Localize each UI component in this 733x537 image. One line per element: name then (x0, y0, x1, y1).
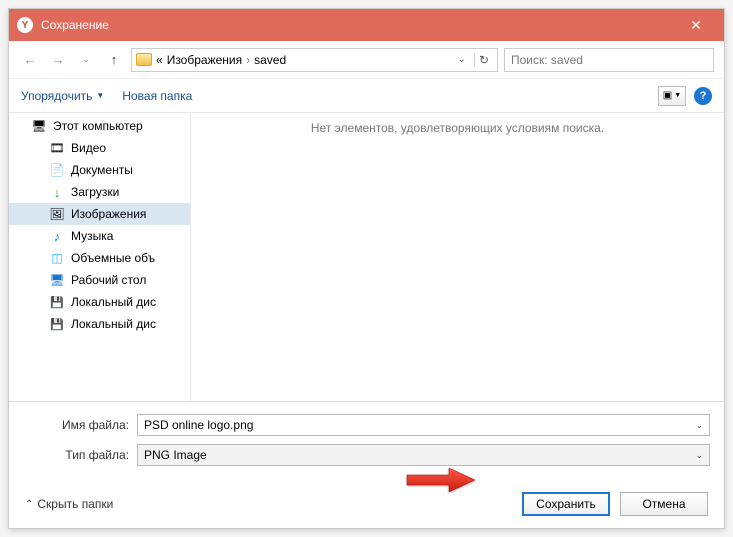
chevron-down-icon[interactable]: ⌄ (458, 54, 466, 65)
doc-icon (49, 163, 65, 177)
save-button[interactable]: Сохранить (522, 492, 610, 516)
back-button[interactable]: ← (19, 49, 41, 71)
filetype-field[interactable]: PNG Image ⌄ (137, 444, 710, 466)
search-field[interactable] (511, 53, 707, 67)
video-icon (49, 141, 65, 155)
sidebar-item[interactable]: Этот компьютер (9, 115, 190, 137)
filename-input[interactable] (144, 418, 691, 432)
view-mode-button[interactable]: ▣ ▼ (658, 86, 686, 106)
sidebar-item-label: Этот компьютер (53, 119, 143, 133)
sidebar-item[interactable]: Видео (9, 137, 190, 159)
nav-row: ← → ⌄ ↑ « Изображения › saved ⌄ ↻ (9, 41, 724, 79)
toolbar: Упорядочить▼ Новая папка ▣ ▼ ? (9, 79, 724, 113)
sidebar-item[interactable]: Загрузки (9, 181, 190, 203)
sidebar-item[interactable]: Локальный дис (9, 313, 190, 335)
sidebar-item[interactable]: Музыка (9, 225, 190, 247)
content-area: Нет элементов, удовлетворяющих условиям … (191, 113, 724, 401)
empty-message: Нет элементов, удовлетворяющих условиям … (311, 121, 604, 135)
disk-icon (49, 295, 65, 309)
chevron-down-icon[interactable]: ⌄ (695, 420, 703, 431)
sidebar-item[interactable]: Локальный дис (9, 291, 190, 313)
desktop-icon (49, 273, 65, 287)
computer-icon (31, 119, 47, 133)
cancel-button[interactable]: Отмена (620, 492, 708, 516)
sidebar-item[interactable]: Документы (9, 159, 190, 181)
main-area: Этот компьютер Видео Документы Загрузки Изоб… (9, 113, 724, 402)
forward-button[interactable]: → (47, 49, 69, 71)
sidebar-item-label: Рабочий стол (71, 273, 146, 287)
sidebar-item-label: Изображения (71, 207, 146, 221)
sidebar-item[interactable]: Рабочий стол (9, 269, 190, 291)
folder-icon (136, 53, 152, 66)
organize-button[interactable]: Упорядочить▼ (21, 89, 104, 103)
recent-dropdown[interactable]: ⌄ (75, 49, 97, 71)
search-input[interactable] (504, 48, 714, 72)
sidebar-item-label: Музыка (71, 229, 113, 243)
sidebar-item-label: Видео (71, 141, 106, 155)
sidebar[interactable]: Этот компьютер Видео Документы Загрузки Изоб… (9, 113, 191, 401)
close-icon[interactable]: ✕ (676, 9, 716, 41)
filetype-label: Тип файла: (23, 448, 137, 462)
window-title: Сохранение (41, 18, 676, 32)
breadcrumb-part[interactable]: saved (254, 53, 286, 67)
app-icon: Y (17, 17, 33, 33)
image-icon (49, 207, 65, 221)
footer: ⌃ Скрыть папки Сохранить Отмена (9, 480, 724, 528)
filename-field[interactable]: ⌄ (137, 414, 710, 436)
sidebar-item-label: Локальный дис (71, 317, 156, 331)
sidebar-item-label: Документы (71, 163, 133, 177)
sidebar-item[interactable]: Изображения (9, 203, 190, 225)
disk-icon (49, 317, 65, 331)
form-area: Имя файла: ⌄ Тип файла: PNG Image ⌄ (9, 402, 724, 480)
breadcrumb[interactable]: « Изображения › saved ⌄ ↻ (131, 48, 498, 72)
hide-folders-button[interactable]: ⌃ Скрыть папки (25, 497, 113, 511)
chevron-down-icon[interactable]: ⌄ (695, 450, 703, 461)
up-button[interactable]: ↑ (103, 49, 125, 71)
new-folder-button[interactable]: Новая папка (122, 89, 192, 103)
refresh-icon[interactable]: ↻ (474, 53, 493, 67)
download-icon (49, 185, 65, 199)
sidebar-item-label: Загрузки (71, 185, 119, 199)
help-icon[interactable]: ? (694, 87, 712, 105)
breadcrumb-prefix: « (156, 53, 163, 67)
music-icon (49, 229, 65, 243)
sidebar-item[interactable]: Объемные объ (9, 247, 190, 269)
chevron-right-icon: › (246, 53, 250, 67)
breadcrumb-part[interactable]: Изображения (167, 53, 242, 67)
sidebar-item-label: Объемные объ (71, 251, 155, 265)
3d-icon (49, 251, 65, 265)
titlebar: Y Сохранение ✕ (9, 9, 724, 41)
filename-label: Имя файла: (23, 418, 137, 432)
sidebar-item-label: Локальный дис (71, 295, 156, 309)
filetype-value: PNG Image (144, 448, 691, 462)
